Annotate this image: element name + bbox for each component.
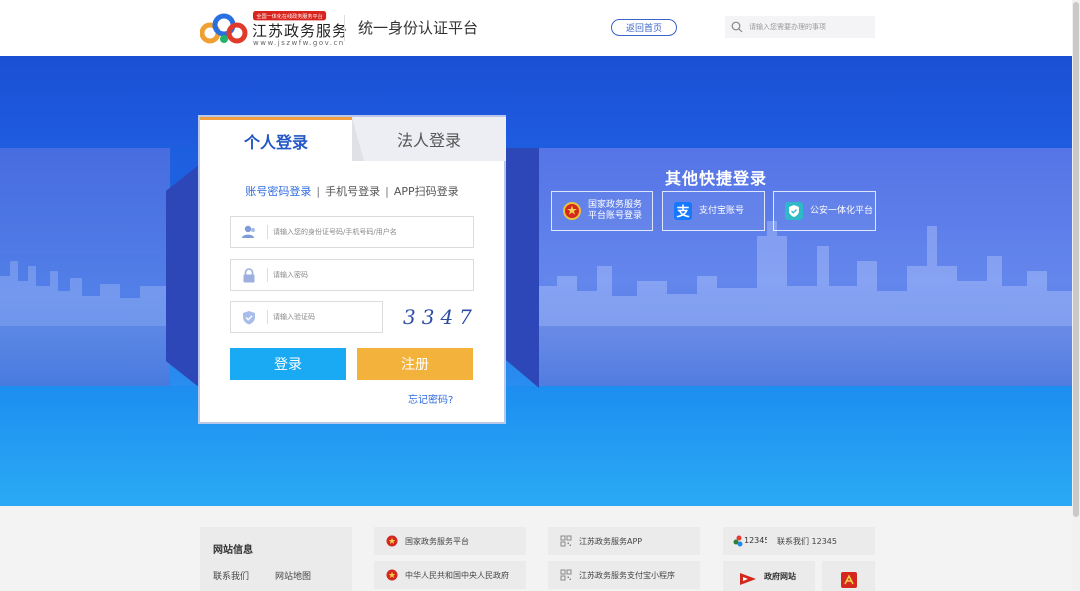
username-input[interactable] xyxy=(268,228,473,236)
city-image-left xyxy=(0,148,170,386)
captcha-image[interactable]: 3347 xyxy=(403,303,479,331)
national-emblem-icon xyxy=(385,534,399,548)
user-icon xyxy=(231,217,267,247)
search-box[interactable] xyxy=(725,16,875,38)
national-platform-badge: 全国一体化在线政务服务平台 xyxy=(253,11,327,21)
footer-site-info: 网站信息 联系我们 网站地图 xyxy=(200,527,352,591)
qr-code-icon xyxy=(559,568,573,582)
scrollbar-thumb[interactable] xyxy=(1073,2,1079,517)
seal-icon xyxy=(840,571,858,591)
gov-website-flag-icon xyxy=(738,571,758,590)
password-input[interactable] xyxy=(268,271,473,279)
tab-legal-person-login[interactable]: 法人登录 xyxy=(352,117,506,161)
jiangsu-logo-icon[interactable] xyxy=(200,11,248,47)
method-phone[interactable]: 手机号登录 xyxy=(325,185,380,198)
login-button[interactable]: 登录 xyxy=(230,348,346,380)
sitemap-link[interactable]: 网站地图 xyxy=(275,569,311,582)
site-name[interactable]: 江苏政务服务 xyxy=(252,20,348,41)
police-platform-login-button[interactable]: 公安一体化平台 xyxy=(773,191,876,231)
footer-link-national-platform[interactable]: 国家政务服务平台 xyxy=(374,527,526,555)
header-divider xyxy=(344,15,345,41)
login-method-selector: 账号密码登录 | 手机号登录 | APP扫码登录 xyxy=(200,183,504,199)
alipay-icon: 支 xyxy=(672,200,694,222)
gov-website-label: 政府网站 xyxy=(764,572,796,581)
svg-text:支: 支 xyxy=(675,204,690,220)
method-app-scan[interactable]: APP扫码登录 xyxy=(394,185,459,198)
username-field[interactable] xyxy=(230,216,474,248)
qr-code-icon xyxy=(559,534,573,548)
site-info-title: 网站信息 xyxy=(213,545,253,556)
national-emblem-icon xyxy=(561,200,583,222)
city-image-right xyxy=(537,148,1080,386)
method-separator: | xyxy=(316,185,321,198)
national-platform-login-button[interactable]: 国家政务服务 平台账号登录 xyxy=(551,191,653,231)
shield-check-icon xyxy=(231,302,267,332)
national-emblem-icon xyxy=(385,568,399,582)
alipay-login-label: 支付宝账号 xyxy=(699,205,745,216)
page-title: 统一身份认证平台 xyxy=(358,19,479,37)
footer-link-central-government[interactable]: 中华人民共和国中央人民政府 xyxy=(374,561,526,589)
alipay-login-button[interactable]: 支 支付宝账号 xyxy=(662,191,765,231)
hero-background xyxy=(0,56,1080,506)
national-login-line2: 平台账号登录 xyxy=(588,211,643,221)
footer-party-gov-seal[interactable] xyxy=(822,561,875,591)
search-icon[interactable] xyxy=(725,16,749,38)
police-badge-icon xyxy=(783,200,805,222)
hotline-12345-logo-icon: 12345 xyxy=(733,534,767,548)
footer-link-gov-website[interactable]: 政府网站 xyxy=(723,561,815,591)
forgot-password-link[interactable]: 忘记密码? xyxy=(408,391,453,406)
tab-personal-login[interactable]: 个人登录 xyxy=(200,117,352,161)
site-url: www.jszwfw.gov.cn xyxy=(253,39,345,47)
page-scrollbar[interactable] xyxy=(1072,0,1080,591)
footer-link-hotline-12345[interactable]: 12345 联系我们 12345 xyxy=(723,527,875,555)
footer-link-jiangsu-app[interactable]: 江苏政务服务APP xyxy=(548,527,700,555)
password-field[interactable] xyxy=(230,259,474,291)
method-account-password[interactable]: 账号密码登录 xyxy=(245,185,311,198)
captcha-input[interactable] xyxy=(268,313,382,321)
lock-icon xyxy=(231,260,267,290)
national-login-line1: 国家政务服务 xyxy=(588,200,643,210)
method-separator: | xyxy=(385,185,389,198)
captcha-field[interactable] xyxy=(230,301,383,333)
home-button[interactable]: 返回首页 xyxy=(611,19,677,36)
login-card: 个人登录 法人登录 账号密码登录 | 手机号登录 | APP扫码登录 3347 登录 注… xyxy=(198,115,506,424)
register-button[interactable]: 注册 xyxy=(357,348,473,380)
search-input[interactable] xyxy=(749,23,869,31)
header: 全国一体化在线政务服务平台 江苏政务服务 www.jszwfw.gov.cn 统… xyxy=(0,0,1080,56)
footer-link-alipay-miniprogram[interactable]: 江苏政务服务支付宝小程序 xyxy=(548,561,700,589)
svg-text:12345: 12345 xyxy=(744,536,767,545)
quick-login-title: 其他快捷登录 xyxy=(665,169,768,188)
contact-us-link[interactable]: 联系我们 xyxy=(213,569,249,582)
police-login-label: 公安一体化平台 xyxy=(810,205,874,216)
